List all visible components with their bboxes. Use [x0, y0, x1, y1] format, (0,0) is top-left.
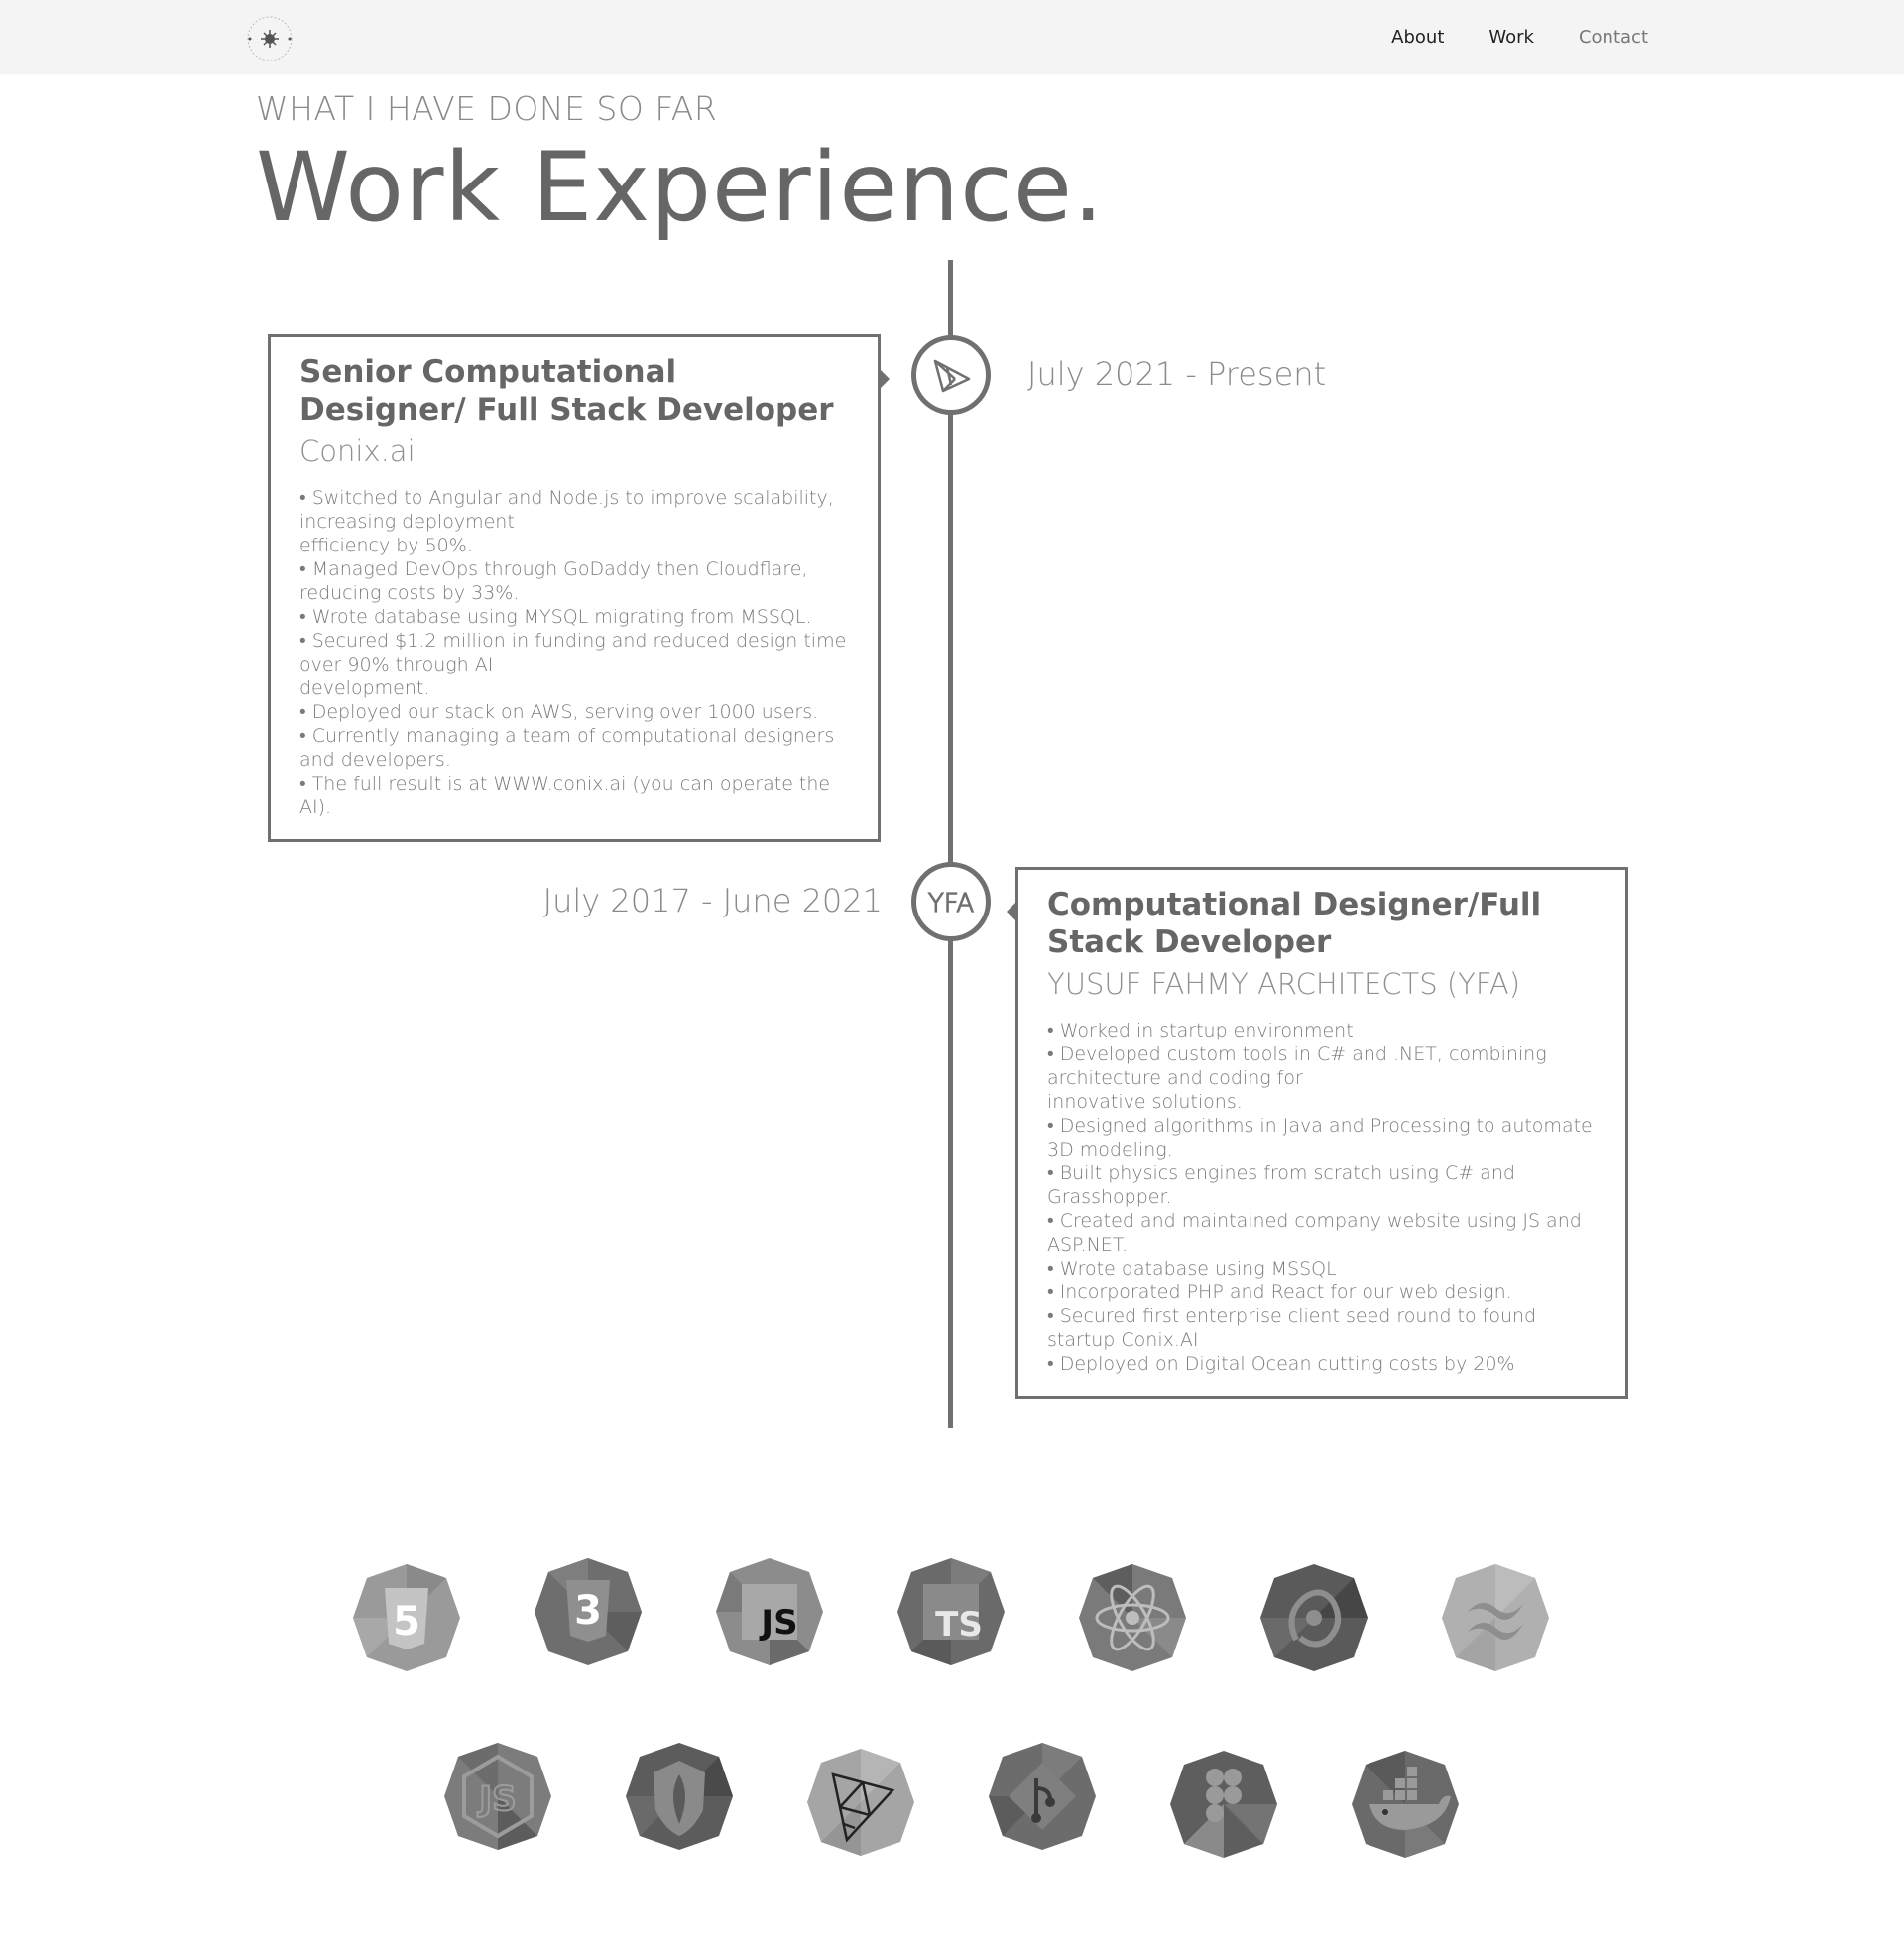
experience-point: development.	[299, 677, 430, 699]
experience-point: • Currently managing a team of computati…	[299, 725, 835, 771]
nav-work[interactable]: Work	[1488, 27, 1534, 48]
mongodb-icon[interactable]	[622, 1739, 737, 1854]
experience-point: • Managed DevOps through GoDaddy then Cl…	[299, 558, 808, 604]
experience-points: • Worked in startup environment • Develo…	[1047, 1019, 1598, 1376]
html5-icon[interactable]: 5	[349, 1560, 464, 1675]
experience-point: efficiency by 50%.	[299, 535, 473, 556]
nav-contact[interactable]: Contact	[1579, 27, 1648, 48]
timeline-node-conix	[911, 335, 991, 415]
tailwind-icon[interactable]	[1438, 1560, 1553, 1675]
experience-point: • Deployed on Digital Ocean cutting cost…	[1047, 1353, 1515, 1375]
page-title: Work Experience.	[256, 132, 1105, 243]
yfa-logo-icon: YFA	[927, 888, 975, 918]
logo-icon	[247, 16, 293, 61]
experience-point: • The full result is at WWW.conix.ai (yo…	[299, 773, 831, 818]
nodejs-icon[interactable]: JS	[440, 1739, 555, 1854]
react-icon[interactable]	[1075, 1560, 1190, 1675]
navbar: About Work Contact	[0, 0, 1904, 74]
typescript-icon-label: TS	[935, 1605, 983, 1645]
experience-point: • Built physics engines from scratch usi…	[1047, 1162, 1515, 1208]
docker-icon[interactable]	[1348, 1747, 1463, 1862]
css3-icon-label: 3	[574, 1588, 602, 1634]
figma-icon[interactable]	[1166, 1747, 1281, 1862]
conix-logo-icon	[933, 359, 971, 393]
site-logo[interactable]	[246, 15, 294, 62]
nav-links: About Work Contact	[1391, 0, 1648, 74]
experience-card-conix: Senior Computational Designer/ Full Stac…	[268, 334, 890, 842]
experience-point: • Wrote database using MYSQL migrating f…	[299, 606, 812, 628]
experience-point: • Created and maintained company website…	[1047, 1210, 1582, 1256]
experience-point: • Secured first enterprise client seed r…	[1047, 1305, 1537, 1351]
section-eyebrow: WHAT I HAVE DONE SO FAR	[256, 89, 718, 128]
experience-date: July 2021 - Present	[1027, 355, 1327, 393]
javascript-icon[interactable]: JS	[712, 1554, 827, 1669]
html5-icon-label: 5	[393, 1599, 420, 1645]
experience-point: • Worked in startup environment	[1047, 1020, 1354, 1041]
experience-point: • Wrote database using MSSQL	[1047, 1258, 1337, 1280]
experience-company: YUSUF FAHMY ARCHITECTS (YFA)	[1047, 967, 1521, 1001]
javascript-icon-label: JS	[759, 1603, 797, 1643]
experience-title: Senior Computational Designer/ Full Stac…	[299, 354, 834, 427]
timeline-line	[948, 260, 953, 1428]
typescript-icon[interactable]: TS	[893, 1554, 1009, 1669]
experience-card-yfa: Computational Designer/Full Stack Develo…	[1007, 867, 1628, 1399]
experience-point: • Developed custom tools in C# and .NET,…	[1047, 1043, 1547, 1089]
experience-point: • Switched to Angular and Node.js to imp…	[299, 487, 834, 533]
nav-about[interactable]: About	[1391, 27, 1444, 48]
experience-date: July 2017 - June 2021	[542, 882, 883, 919]
experience-point: innovative solutions.	[1047, 1091, 1243, 1113]
experience-point: • Designed algorithms in Java and Proces…	[1047, 1115, 1593, 1160]
experience-title: Computational Designer/Full Stack Develo…	[1047, 887, 1542, 960]
threejs-icon[interactable]	[803, 1745, 918, 1860]
nodejs-icon-label: JS	[477, 1779, 516, 1819]
redux-icon[interactable]	[1256, 1560, 1371, 1675]
experience-point: • Incorporated PHP and React for our web…	[1047, 1282, 1512, 1303]
experience-point: • Deployed our stack on AWS, serving ove…	[299, 701, 819, 723]
timeline-node-yfa: YFA	[911, 862, 991, 941]
yfa-icon-text: YFA	[928, 889, 974, 918]
css3-icon[interactable]: 3	[531, 1554, 646, 1669]
experience-points: • Switched to Angular and Node.js to imp…	[299, 486, 850, 819]
git-icon[interactable]	[985, 1739, 1100, 1854]
experience-point: • Secured $1.2 million in funding and re…	[299, 630, 847, 675]
experience-company: Conix.ai	[299, 434, 416, 468]
